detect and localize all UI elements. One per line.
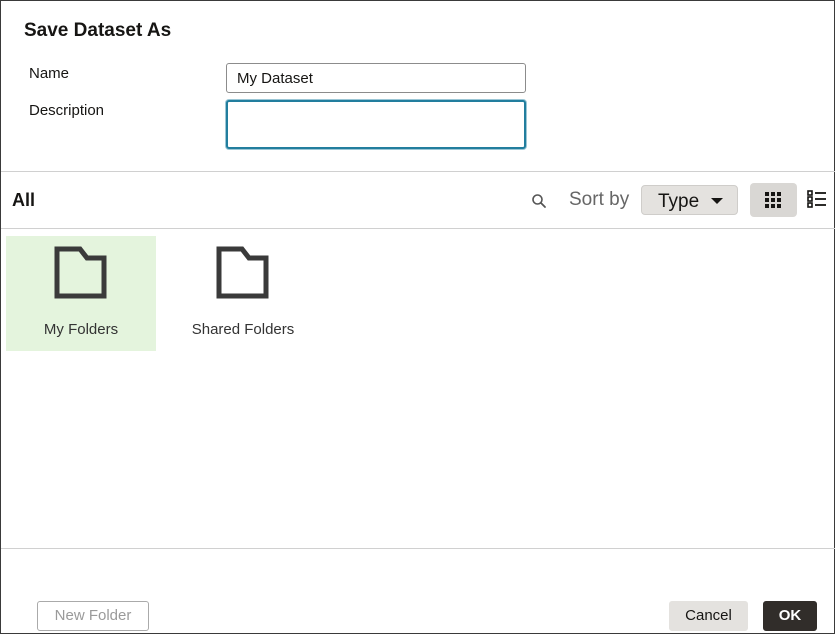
save-dataset-dialog: Save Dataset As Name Description All Sor… bbox=[0, 0, 835, 634]
description-input[interactable] bbox=[226, 100, 526, 149]
grid-view-button[interactable] bbox=[750, 183, 797, 217]
divider-top bbox=[1, 171, 835, 172]
folder-label: My Folders bbox=[43, 321, 119, 338]
folder-tile-my-folders[interactable]: My Folders bbox=[6, 236, 156, 351]
sort-type-select[interactable]: Type bbox=[641, 185, 738, 215]
dialog-title: Save Dataset As bbox=[24, 20, 172, 41]
description-label: Description bbox=[29, 102, 105, 119]
list-view-icon bbox=[807, 190, 826, 208]
grid-view-icon bbox=[765, 192, 781, 208]
folder-tile-shared-folders[interactable]: Shared Folders bbox=[168, 236, 318, 351]
cancel-button[interactable]: Cancel bbox=[669, 601, 748, 631]
name-label: Name bbox=[29, 65, 70, 82]
ok-button[interactable]: OK bbox=[763, 601, 817, 631]
folder-icon bbox=[216, 246, 269, 299]
search-icon[interactable] bbox=[531, 193, 547, 209]
sort-by-label: Sort by bbox=[569, 189, 630, 210]
folder-icon bbox=[54, 246, 107, 299]
list-view-button[interactable] bbox=[807, 190, 831, 210]
folder-label: Shared Folders bbox=[191, 321, 295, 338]
name-input[interactable] bbox=[226, 63, 526, 93]
caret-down-icon bbox=[711, 198, 723, 204]
scope-label: All bbox=[12, 190, 36, 210]
divider-mid bbox=[1, 228, 835, 229]
new-folder-button[interactable]: New Folder bbox=[37, 601, 149, 631]
sort-type-value: Type bbox=[658, 191, 700, 212]
divider-bottom bbox=[1, 548, 835, 549]
